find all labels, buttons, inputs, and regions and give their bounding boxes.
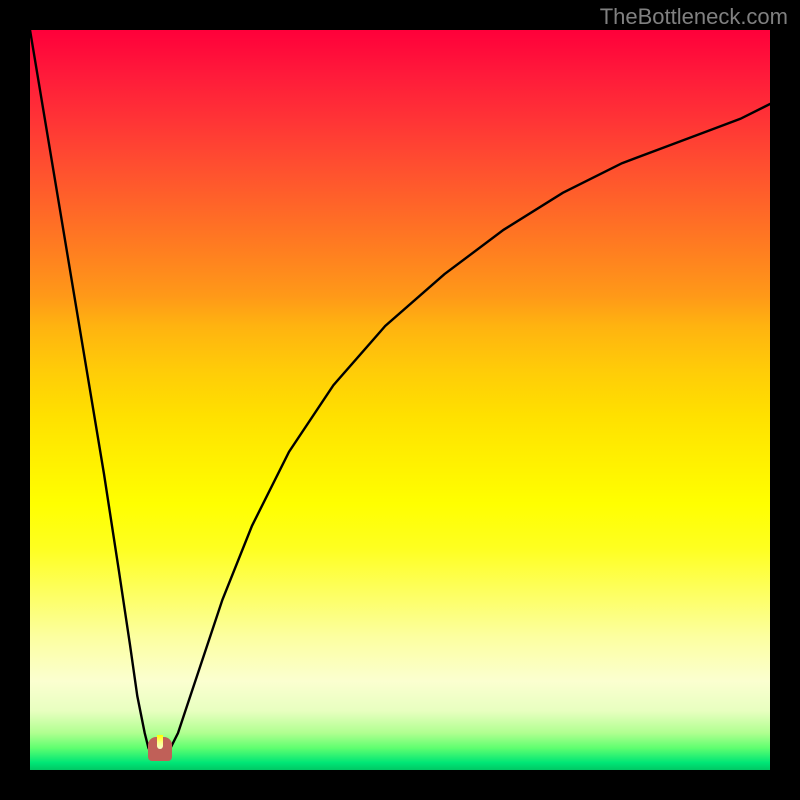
left-branch-curve — [30, 30, 152, 755]
plot-area — [30, 30, 770, 770]
minimum-marker — [148, 737, 172, 761]
curve-layer — [30, 30, 770, 770]
right-branch-curve — [167, 104, 770, 755]
watermark-text: TheBottleneck.com — [600, 4, 788, 30]
chart-frame: TheBottleneck.com — [0, 0, 800, 800]
